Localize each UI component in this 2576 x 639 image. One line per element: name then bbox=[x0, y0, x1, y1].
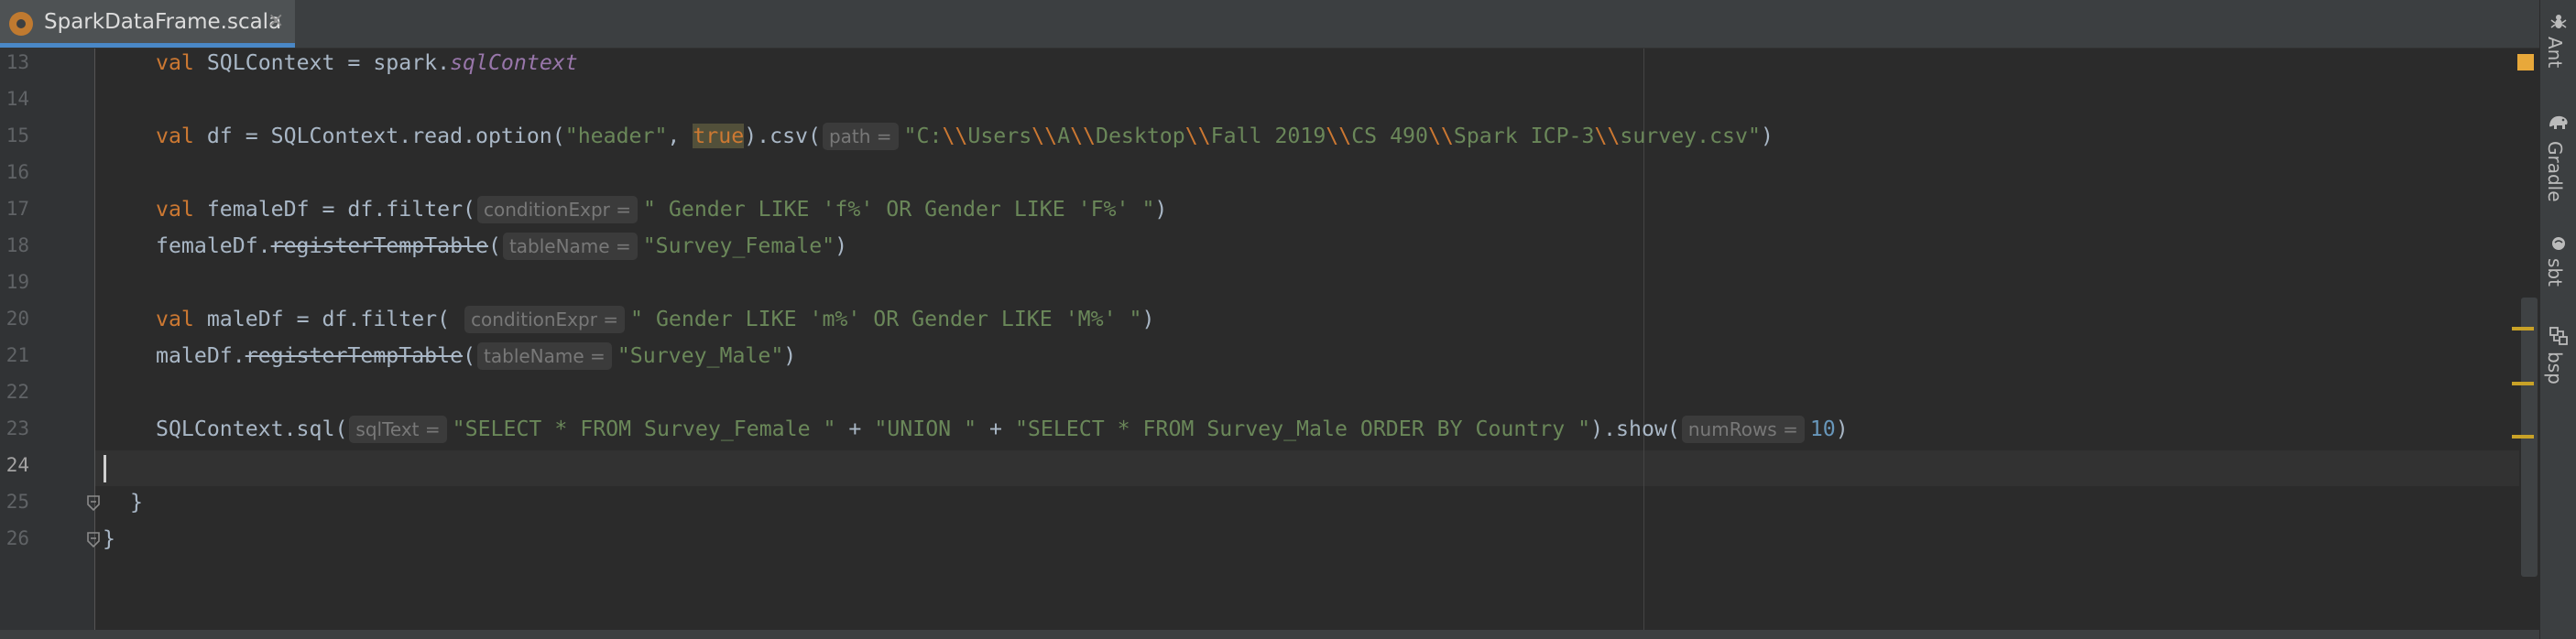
line-number: 20 bbox=[5, 308, 29, 330]
code-line-23[interactable]: SQLContext.sql(sqlText = "SELECT * FROM S… bbox=[156, 416, 1849, 443]
error-stripe-marker[interactable] bbox=[2512, 382, 2534, 385]
tool-window-ant[interactable]: Ant bbox=[2540, 5, 2576, 79]
param-hint: path = bbox=[822, 123, 899, 150]
tool-window-label: sbt bbox=[2544, 258, 2566, 287]
tool-window-label: bsp bbox=[2544, 352, 2566, 384]
line-number: 22 bbox=[5, 381, 29, 403]
line-number: 19 bbox=[5, 271, 29, 293]
line-number: 15 bbox=[5, 125, 29, 146]
tool-window-strip: Ant Gradle sbt bsp bbox=[2539, 0, 2576, 639]
editor-tab-bar: SparkDataFrame.scala × bbox=[0, 0, 2539, 49]
line-number: 14 bbox=[5, 88, 29, 110]
line-number: 26 bbox=[5, 527, 29, 549]
tool-window-bsp[interactable]: bsp bbox=[2540, 324, 2576, 397]
line-number: 16 bbox=[5, 161, 29, 183]
error-stripe-marker[interactable] bbox=[2512, 435, 2534, 439]
line-number-current: 24 bbox=[5, 454, 29, 476]
code-line-13[interactable]: val SQLContext = spark.sqlContext bbox=[156, 49, 578, 77]
line-number: 25 bbox=[5, 491, 29, 513]
tool-window-sbt[interactable]: sbt bbox=[2540, 231, 2576, 298]
param-hint: numRows = bbox=[1681, 416, 1805, 443]
param-hint: conditionExpr = bbox=[477, 196, 638, 223]
code-line-15[interactable]: val df = SQLContext.read.option("header"… bbox=[156, 123, 1774, 150]
code-line-17[interactable]: val femaleDf = df.filter(conditionExpr =… bbox=[156, 196, 1167, 223]
error-stripe-marker[interactable] bbox=[2512, 327, 2534, 330]
code-line-25[interactable]: } bbox=[130, 489, 143, 516]
line-number: 21 bbox=[5, 344, 29, 366]
bsp-icon bbox=[2549, 327, 2568, 345]
tool-window-label: Gradle bbox=[2544, 141, 2566, 202]
param-hint: tableName = bbox=[477, 342, 612, 370]
tab-spark-dataframe[interactable]: SparkDataFrame.scala × bbox=[0, 0, 295, 48]
inspection-warning-icon[interactable] bbox=[2517, 54, 2534, 70]
param-hint: tableName = bbox=[502, 233, 638, 260]
param-hint: sqlText = bbox=[349, 416, 447, 443]
code-line-18[interactable]: femaleDf.registerTempTable(tableName = "S… bbox=[156, 233, 847, 260]
sbt-icon bbox=[2552, 237, 2565, 250]
tool-window-gradle[interactable]: Gradle bbox=[2540, 108, 2576, 209]
gradle-elephant-icon bbox=[2549, 115, 2568, 129]
close-icon[interactable]: × bbox=[267, 9, 284, 32]
line-number: 18 bbox=[5, 234, 29, 256]
line-number: 13 bbox=[5, 51, 29, 73]
tool-window-label: Ant bbox=[2544, 37, 2566, 69]
line-number: 17 bbox=[5, 198, 29, 220]
line-number: 23 bbox=[5, 417, 29, 439]
text-caret bbox=[104, 455, 106, 482]
tab-label: SparkDataFrame.scala bbox=[44, 10, 282, 34]
active-tab-indicator bbox=[0, 43, 295, 48]
code-line-21[interactable]: maleDf.registerTempTable(tableName = "Sur… bbox=[156, 342, 796, 370]
fold-marker-icon[interactable] bbox=[86, 532, 101, 548]
code-line-26[interactable]: } bbox=[103, 525, 115, 553]
code-line-20[interactable]: val maleDf = df.filter( conditionExpr = "… bbox=[156, 306, 1154, 333]
ant-icon bbox=[2550, 15, 2567, 28]
fold-marker-icon[interactable] bbox=[86, 495, 101, 512]
scala-file-icon bbox=[9, 12, 33, 36]
gutter-divider bbox=[94, 49, 95, 639]
current-line-highlight bbox=[95, 450, 2519, 486]
status-bar-edge bbox=[0, 630, 2539, 639]
param-hint: conditionExpr = bbox=[464, 306, 626, 333]
